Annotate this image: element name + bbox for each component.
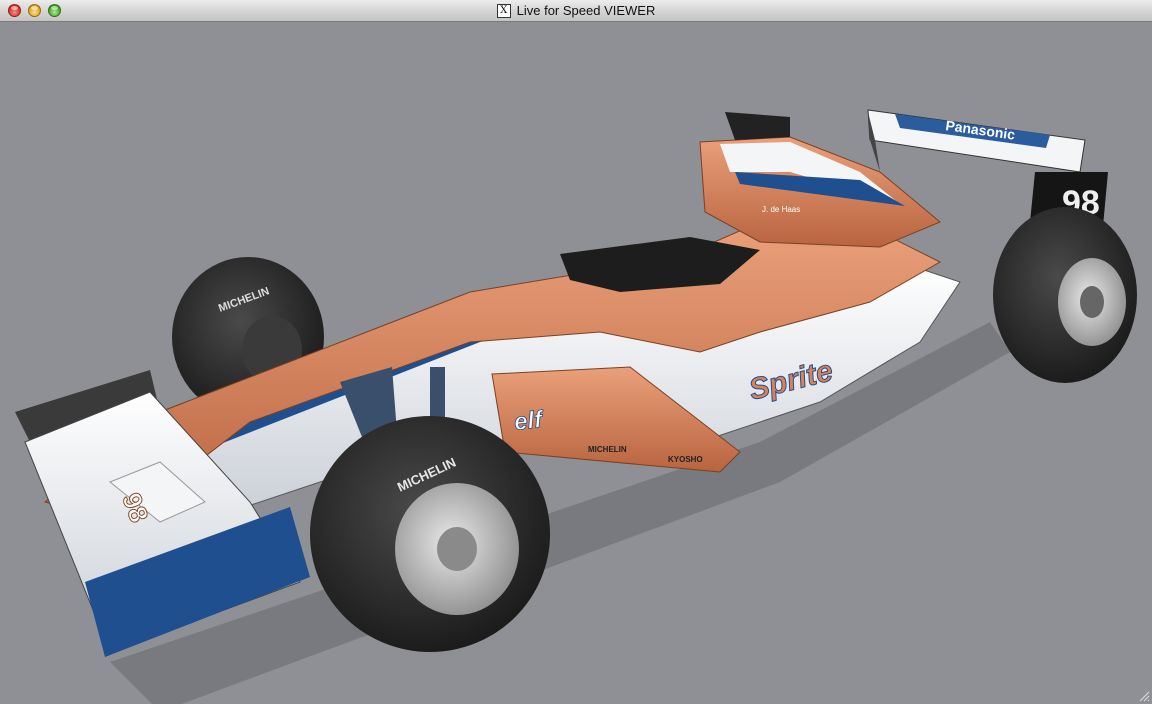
driver-name: J. de Haas bbox=[762, 205, 800, 214]
front-right-wheel: MICHELIN bbox=[310, 416, 550, 652]
window-title: Live for Speed VIEWER bbox=[516, 3, 656, 18]
app-window: X Live for Speed VIEWER Panasonic 98 MIC… bbox=[0, 0, 1152, 704]
title-bar[interactable]: X Live for Speed VIEWER bbox=[0, 0, 1152, 22]
3d-viewport[interactable]: Panasonic 98 MICHELIN J. de Haas Sprite … bbox=[0, 22, 1152, 704]
resize-grip-icon[interactable] bbox=[1138, 690, 1150, 702]
window-title-group: X Live for Speed VIEWER bbox=[0, 0, 1152, 21]
rear-right-wheel bbox=[993, 207, 1137, 383]
sidepod-sponsor: elf bbox=[513, 406, 546, 436]
sidepod-small-2: KYOSHO bbox=[668, 455, 703, 464]
x11-icon: X bbox=[496, 3, 511, 18]
sidepod-small-1: MICHELIN bbox=[588, 445, 627, 454]
